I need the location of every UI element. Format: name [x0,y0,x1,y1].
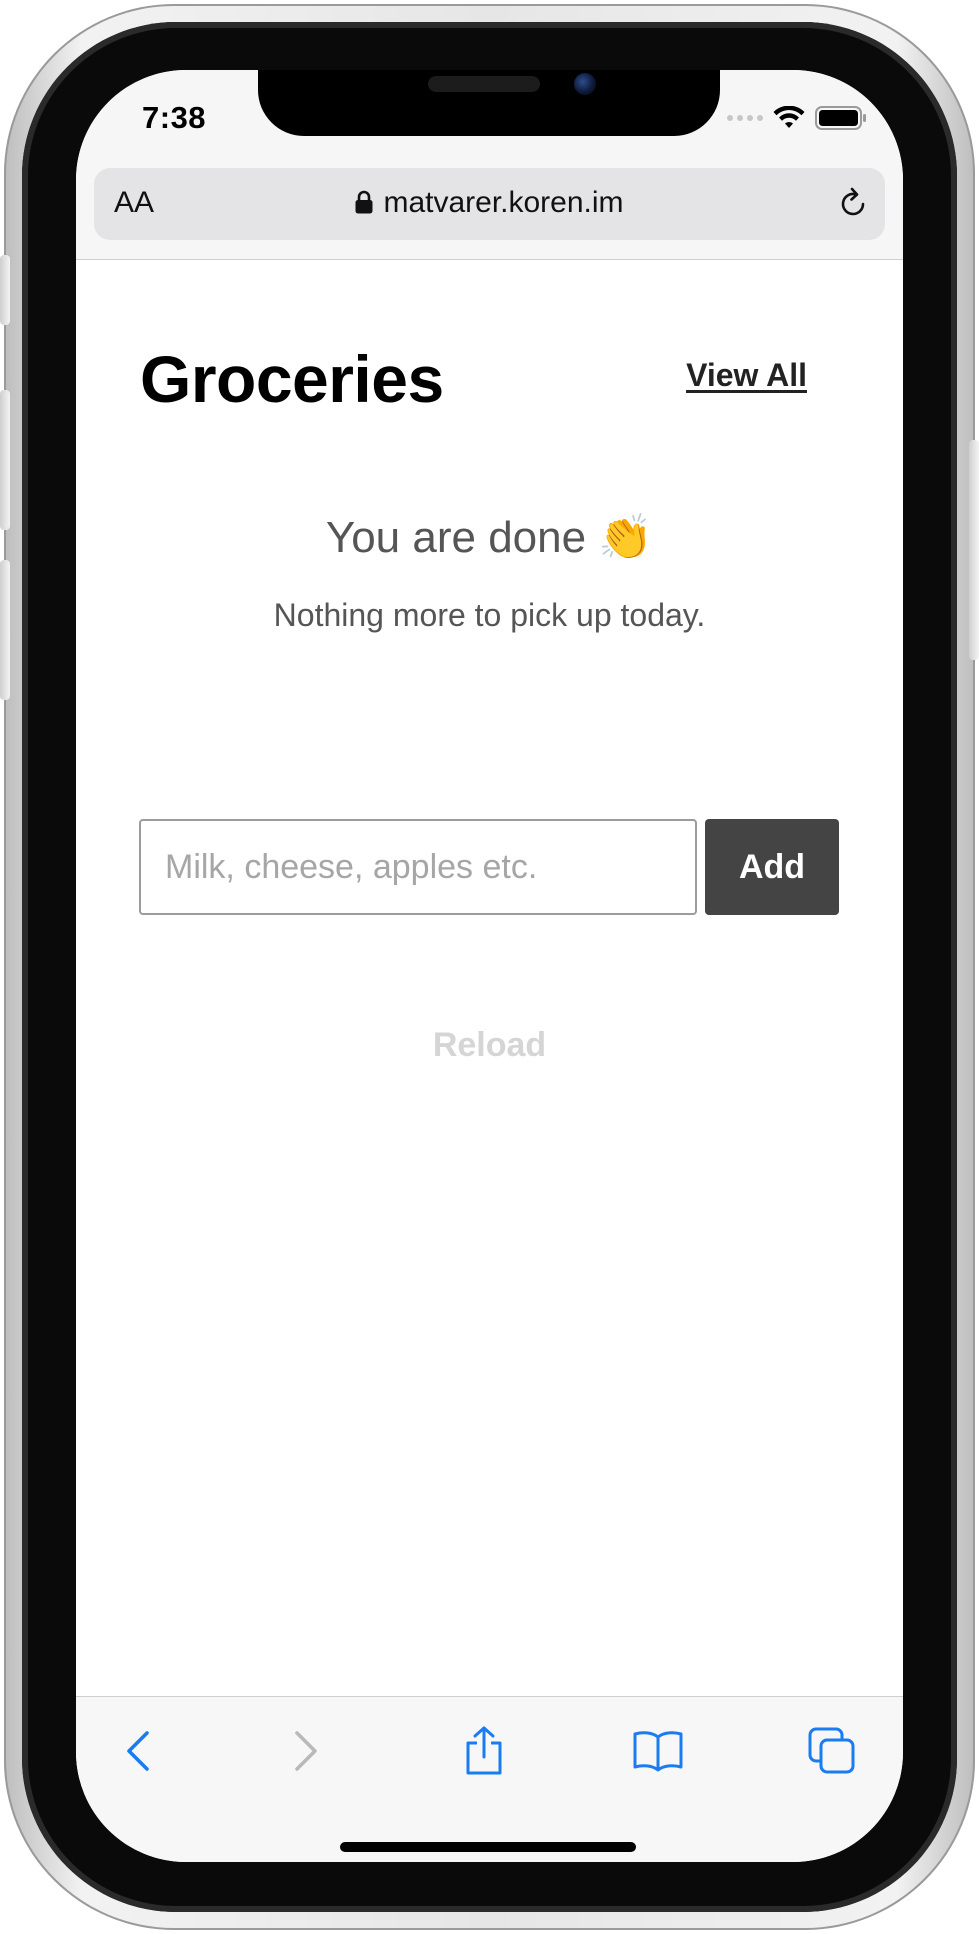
address-bar[interactable]: AA matvarer.koren.im [94,168,885,240]
back-icon [127,1731,149,1771]
share-button[interactable] [454,1721,514,1781]
lock-icon [355,190,373,214]
done-title: You are done 👏 [325,513,654,562]
home-indicator[interactable] [340,1842,636,1852]
volume-down-button [0,560,10,700]
status-icons [727,106,867,130]
mute-switch [0,255,10,325]
tabs-icon [808,1727,855,1774]
done-subtitle: Nothing more to pick up today. [273,597,706,633]
page-title: Groceries [140,342,444,416]
url-field[interactable]: matvarer.koren.im [94,186,885,220]
view-all-link[interactable]: View All [686,357,807,394]
bookmarks-button[interactable] [628,1721,688,1781]
back-button[interactable] [108,1721,168,1781]
wifi-icon [773,106,805,128]
safari-toolbar [76,1696,903,1862]
url-text: matvarer.koren.im [383,186,624,219]
forward-icon [295,1731,317,1771]
signal-icon [727,115,763,121]
item-input[interactable] [139,819,697,915]
notch [258,70,720,136]
volume-up-button [0,390,10,530]
add-button[interactable]: Add [705,819,839,915]
power-button [969,440,979,660]
screen: 7:38 AA matvarer.koren.im Groceries View… [76,70,903,1862]
status-time: 7:38 [142,100,207,135]
add-item-form: Add [139,819,839,917]
reload-icon[interactable] [833,184,873,224]
tabs-button[interactable] [802,1721,862,1781]
front-camera [574,73,596,95]
forward-button[interactable] [276,1721,336,1781]
share-icon [466,1726,502,1775]
bookmarks-icon [633,1731,683,1772]
battery-icon [815,106,866,130]
reload-button[interactable]: Reload [76,1026,903,1065]
earpiece-speaker [428,76,540,92]
